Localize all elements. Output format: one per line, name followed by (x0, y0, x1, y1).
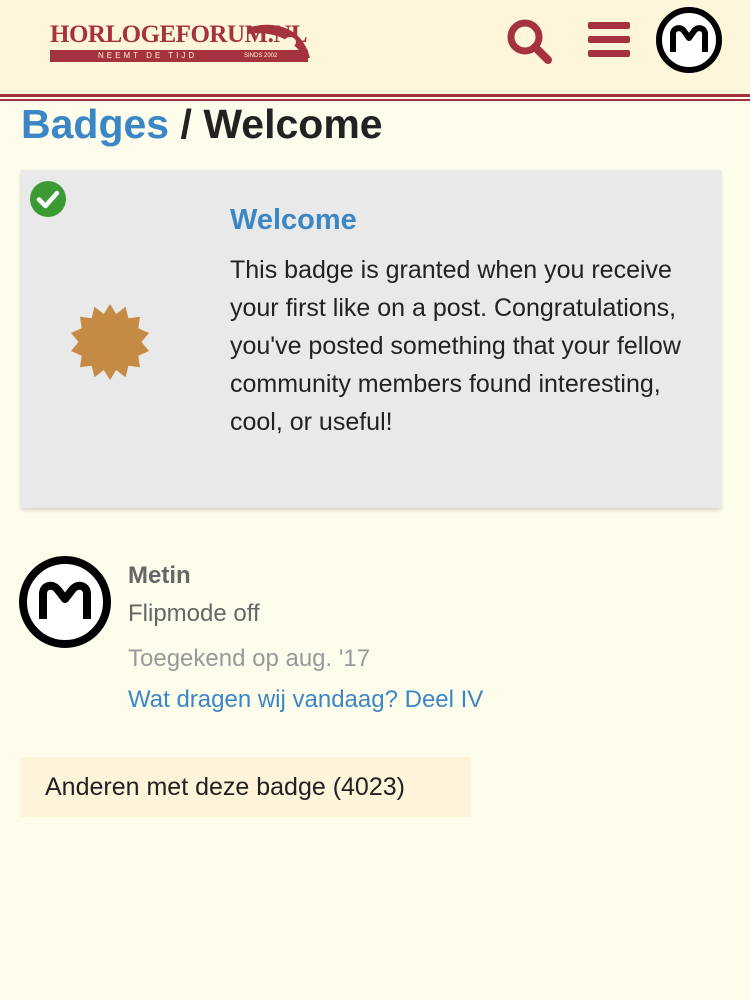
bronze-badge-icon (71, 304, 149, 380)
user-avatar[interactable] (19, 556, 111, 648)
logo-since: SINDS 2002 (244, 53, 278, 59)
others-with-badge-button[interactable]: Anderen met deze badge (4023) (20, 757, 471, 817)
topic-link[interactable]: Wat dragen wij vandaag? Deel IV (128, 685, 483, 715)
badge-name: Welcome (230, 204, 357, 236)
granted-date: Toegekend op aug. '17 (128, 645, 371, 672)
breadcrumb-badges-link[interactable]: Badges (21, 101, 169, 147)
current-user-avatar[interactable] (656, 7, 722, 73)
search-icon (507, 19, 552, 64)
logo-tagline: NEEMT DE TIJD (98, 51, 198, 60)
logo-tagline-bar: NEEMT DE TIJD SINDS 2002 (50, 50, 308, 62)
badge-card: Welcome This badge is granted when you r… (21, 170, 721, 508)
user-name-link[interactable]: Metin (128, 561, 191, 591)
badge-description: This badge is granted when you receive y… (230, 256, 681, 436)
header-rule (0, 94, 750, 97)
search-button[interactable] (504, 16, 554, 66)
breadcrumb-current: Welcome (203, 101, 383, 147)
site-logo[interactable]: HORLOGEFORUM.NL NEEMT DE TIJD SINDS 2002 (50, 20, 312, 66)
breadcrumb-separator: / (180, 101, 192, 147)
user-title: Flipmode off (128, 600, 260, 627)
check-circle-icon (30, 181, 66, 217)
hamburger-menu-button[interactable] (586, 18, 632, 62)
hamburger-menu-icon (588, 22, 630, 57)
user-avatar-m-icon (656, 7, 722, 73)
page-title: Badges / Welcome (21, 100, 383, 148)
site-header: HORLOGEFORUM.NL NEEMT DE TIJD SINDS 2002 (0, 0, 750, 94)
user-avatar-m-icon (19, 556, 111, 648)
